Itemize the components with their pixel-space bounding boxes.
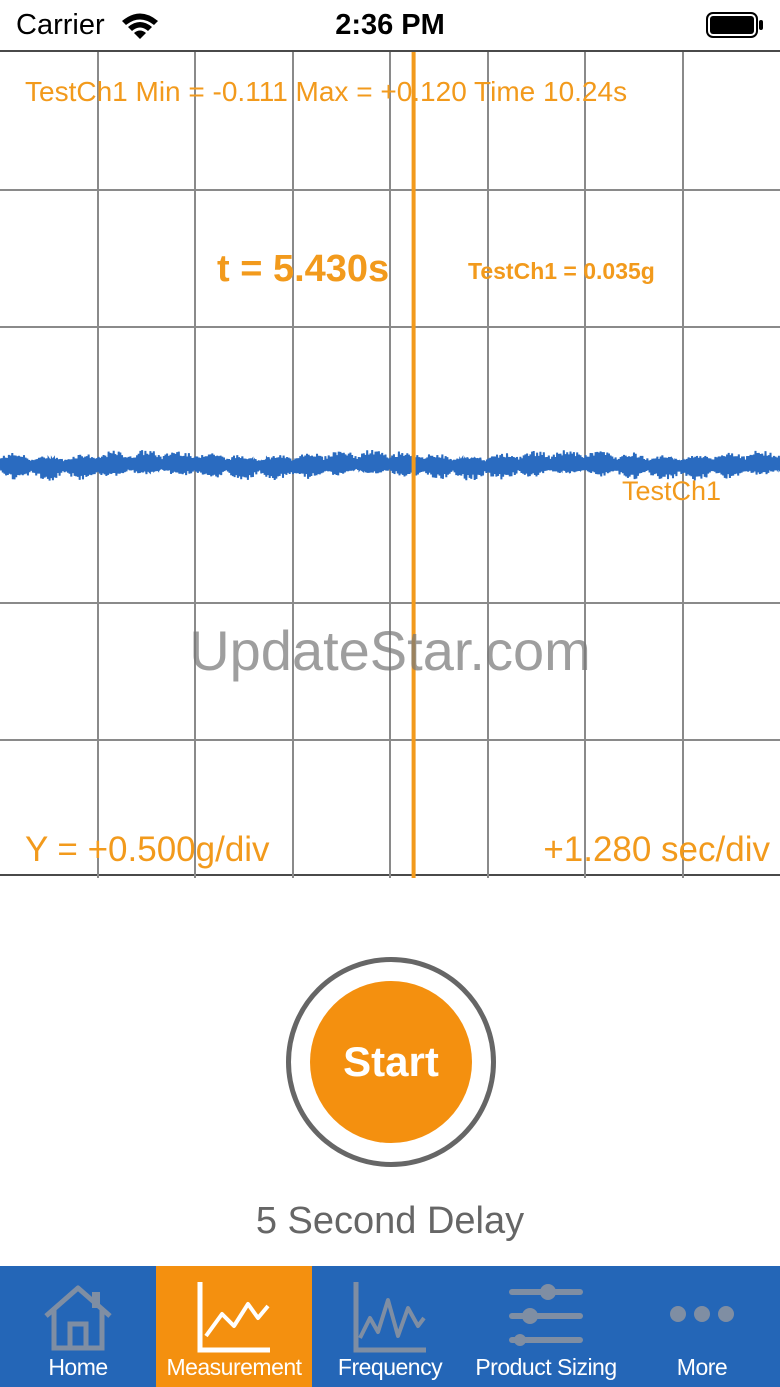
battery-icon xyxy=(706,12,763,38)
more-dots-icon xyxy=(670,1306,734,1322)
channel-label: TestCh1 xyxy=(622,476,722,506)
tab-product-sizing-label: Product Sizing xyxy=(475,1354,617,1380)
tab-frequency[interactable]: Frequency xyxy=(312,1266,468,1387)
waveform-canvas xyxy=(0,52,780,878)
tab-product-sizing[interactable]: Product Sizing xyxy=(468,1266,624,1387)
tab-bar: Home Measurement Frequency Product Sizin… xyxy=(0,1266,780,1387)
waveform-plot[interactable]: TestCh1 Min = -0.111 Max = +0.120 Time 1… xyxy=(0,50,780,878)
tab-home-label: Home xyxy=(48,1354,108,1380)
line-chart-icon xyxy=(197,1282,270,1353)
home-icon xyxy=(44,1285,112,1351)
watermark: UpdateStar.com xyxy=(189,619,591,682)
tab-home[interactable]: Home xyxy=(0,1266,156,1387)
cursor-time-readout: t = 5.430s xyxy=(217,248,390,290)
frequency-chart-icon xyxy=(353,1282,426,1353)
tab-more[interactable]: More xyxy=(624,1266,780,1387)
y-scale-label[interactable]: Y = +0.500g/div xyxy=(25,830,270,870)
status-time: 2:36 PM xyxy=(335,9,445,41)
status-bar: Carrier 2:36 PM xyxy=(0,0,780,50)
tab-frequency-label: Frequency xyxy=(337,1354,443,1380)
cursor-value-readout: TestCh1 = 0.035g xyxy=(468,258,655,284)
tab-more-label: More xyxy=(676,1354,728,1380)
start-button[interactable]: Start xyxy=(310,981,472,1143)
x-scale-label[interactable]: +1.280 sec/div xyxy=(543,830,770,870)
tab-measurement-label: Measurement xyxy=(166,1354,302,1380)
delay-label[interactable]: 5 Second Delay xyxy=(0,1200,780,1243)
sliders-icon xyxy=(509,1284,583,1346)
tab-measurement[interactable]: Measurement xyxy=(156,1266,312,1387)
channel-stats: TestCh1 Min = -0.111 Max = +0.120 Time 1… xyxy=(25,76,628,107)
